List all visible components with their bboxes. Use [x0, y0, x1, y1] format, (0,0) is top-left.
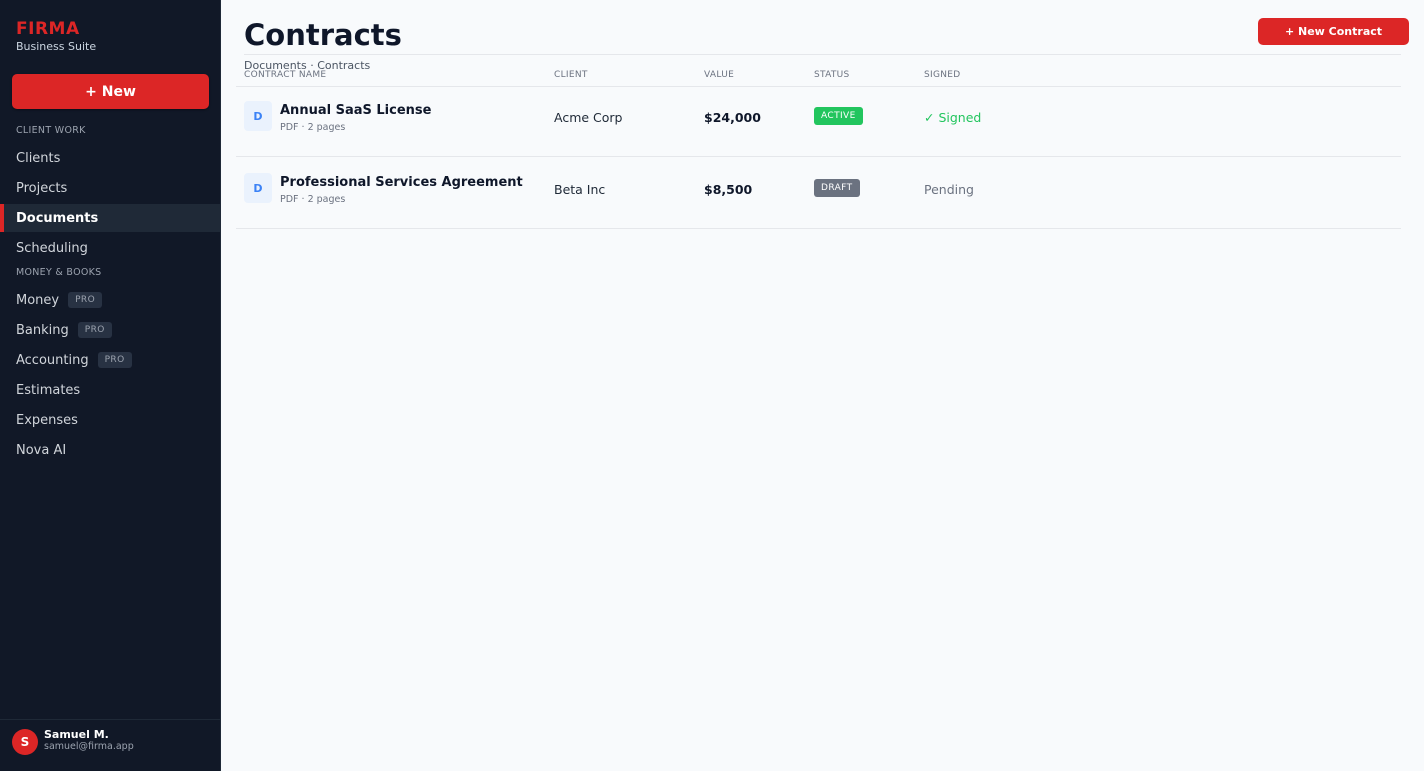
value-cell: $24,000: [704, 110, 761, 125]
sidebar-item-documents[interactable]: Documents: [0, 204, 220, 232]
signed-status: Pending: [924, 182, 974, 197]
sidebar-item-label: Clients: [16, 150, 61, 166]
sidebar-item-projects[interactable]: Projects: [0, 174, 220, 202]
sidebar-item-label: Banking: [16, 322, 69, 338]
contract-name[interactable]: Annual SaaS License: [280, 103, 431, 118]
column-header-value[interactable]: VALUE: [704, 70, 734, 80]
row-divider: [236, 228, 1401, 229]
sidebar-item-estimates[interactable]: Estimates: [0, 376, 220, 404]
sidebar-item-expenses[interactable]: Expenses: [0, 406, 220, 434]
sidebar-item-label: Nova AI: [16, 442, 67, 458]
client-cell: Beta Inc: [554, 182, 606, 197]
sidebar-item-clients[interactable]: Clients: [0, 144, 220, 172]
sidebar-item-label: Scheduling: [16, 240, 88, 256]
column-header-signed[interactable]: SIGNED: [924, 70, 961, 80]
client-cell: Acme Corp: [554, 110, 623, 125]
new-contract-button[interactable]: + New Contract: [1258, 18, 1409, 45]
value-cell: $8,500: [704, 182, 753, 197]
status-badge: ACTIVE: [814, 107, 863, 125]
sidebar-item-label: Documents: [16, 210, 99, 226]
sidebar-item-money[interactable]: Money PRO: [0, 286, 220, 314]
brand: FIRMA Business Suite: [16, 19, 96, 54]
contract-meta: PDF · 2 pages: [280, 122, 346, 133]
document-icon: D: [244, 173, 272, 203]
sidebar-item-scheduling[interactable]: Scheduling: [0, 234, 220, 262]
section-label-money-books: MONEY & BOOKS: [16, 267, 102, 278]
sidebar: FIRMA Business Suite + New CLIENT WORK C…: [0, 0, 221, 771]
sidebar-item-label: Money: [16, 292, 60, 308]
table-row[interactable]: D Professional Services Agreement PDF · …: [236, 158, 1401, 228]
pro-badge: PRO: [77, 322, 112, 338]
sidebar-item-accounting[interactable]: Accounting PRO: [0, 346, 220, 374]
avatar[interactable]: S: [12, 729, 38, 755]
document-icon: D: [244, 101, 272, 131]
sidebar-item-label: Estimates: [16, 382, 81, 398]
header-divider: [244, 54, 1401, 55]
brand-subtitle: Business Suite: [16, 40, 97, 53]
contract-meta: PDF · 2 pages: [280, 194, 346, 205]
row-divider: [236, 156, 1401, 157]
pro-badge: PRO: [97, 352, 132, 368]
sidebar-item-nova-ai[interactable]: Nova AI: [0, 436, 220, 464]
sidebar-item-banking[interactable]: Banking PRO: [0, 316, 220, 344]
column-header-status[interactable]: STATUS: [814, 70, 850, 80]
contract-name[interactable]: Professional Services Agreement: [280, 175, 523, 190]
sidebar-item-label: Accounting: [16, 352, 89, 368]
column-header-client[interactable]: CLIENT: [554, 70, 588, 80]
table-row[interactable]: D Annual SaaS License PDF · 2 pages Acme…: [236, 86, 1401, 156]
user-profile[interactable]: S Samuel M. samuel@firma.app: [0, 719, 220, 771]
user-email: samuel@firma.app: [44, 741, 134, 752]
new-button[interactable]: + New: [12, 74, 209, 109]
sidebar-item-label: Expenses: [16, 412, 78, 428]
brand-logo[interactable]: FIRMA: [16, 19, 96, 39]
status-badge: DRAFT: [814, 179, 860, 197]
pro-badge: PRO: [68, 292, 103, 308]
sidebar-item-label: Projects: [16, 180, 68, 196]
column-header-contract-name[interactable]: CONTRACT NAME: [244, 70, 326, 80]
page-title: Contracts: [244, 18, 402, 52]
user-name: Samuel M.: [44, 728, 109, 741]
signed-status: ✓ Signed: [924, 110, 982, 125]
section-label-client-work: CLIENT WORK: [16, 125, 86, 136]
